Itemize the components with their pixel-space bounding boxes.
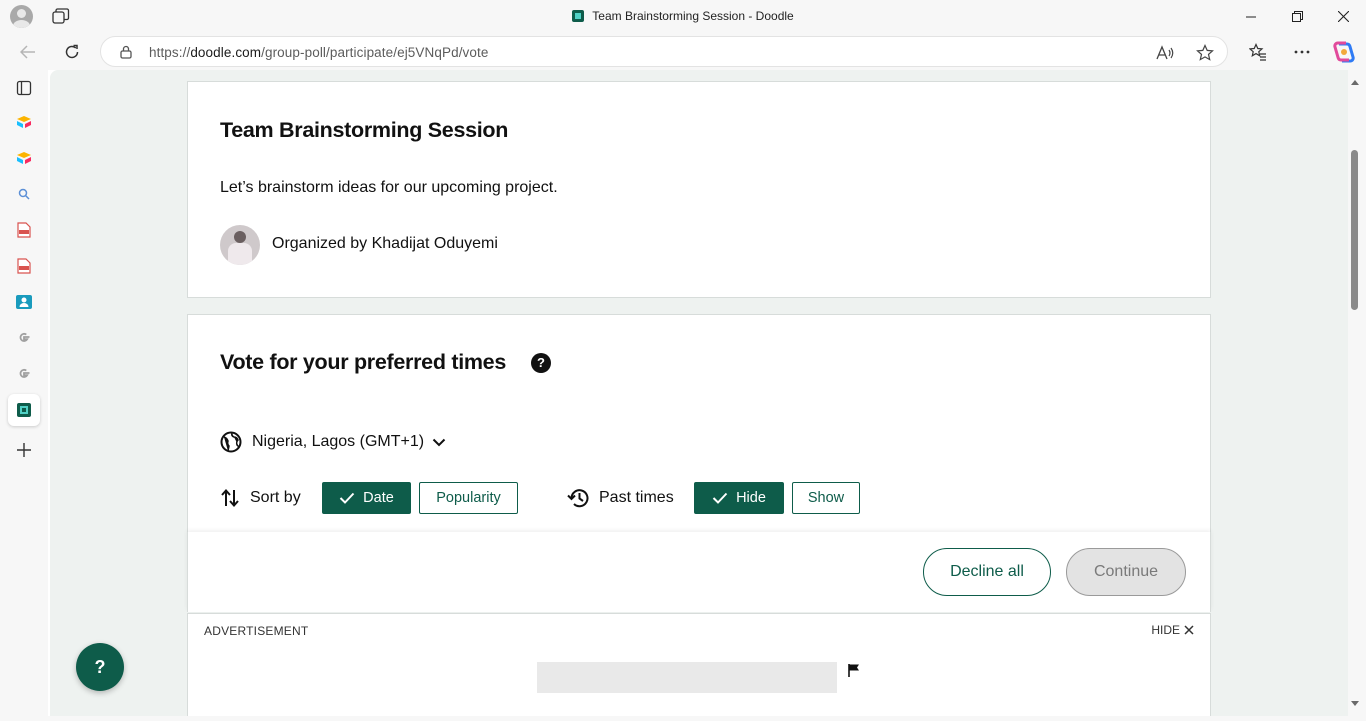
url-host: doodle.com bbox=[190, 45, 262, 60]
scroll-down-icon[interactable] bbox=[1350, 700, 1360, 708]
advertisement-label: ADVERTISEMENT bbox=[204, 624, 309, 638]
window-title: Team Brainstorming Session - Doodle bbox=[0, 9, 1366, 23]
sort-arrows-icon bbox=[221, 488, 239, 508]
airtable-icon[interactable] bbox=[8, 106, 40, 138]
sort-date-label: Date bbox=[363, 490, 394, 506]
url-path: /group-poll/participate/ej5VNqPd/vote bbox=[261, 45, 489, 60]
window-bottom-edge bbox=[0, 716, 1366, 721]
favorite-star-icon[interactable] bbox=[1195, 43, 1215, 63]
navigation-bar: https://doodle.com/group-poll/participat… bbox=[0, 33, 1366, 70]
sort-popularity-label: Popularity bbox=[436, 490, 501, 506]
doodle-icon[interactable] bbox=[8, 394, 40, 426]
page-scrollbar[interactable] bbox=[1348, 70, 1366, 716]
contact-card-icon[interactable] bbox=[8, 286, 40, 318]
title-bar: Team Brainstorming Session - Doodle bbox=[0, 0, 1366, 33]
pdf-icon[interactable] bbox=[8, 250, 40, 282]
copilot-button[interactable] bbox=[1329, 37, 1359, 67]
url-text[interactable]: https://doodle.com/group-poll/participat… bbox=[149, 45, 488, 60]
organizer-avatar bbox=[220, 225, 260, 265]
hide-ad-button[interactable]: HIDE bbox=[1151, 623, 1194, 637]
google-icon[interactable] bbox=[8, 358, 40, 390]
lock-icon[interactable] bbox=[119, 45, 133, 59]
browser-sidebar bbox=[0, 70, 48, 721]
past-hide-label: Hide bbox=[736, 490, 766, 506]
past-hide-button[interactable]: Hide bbox=[694, 482, 784, 514]
url-scheme: https:// bbox=[149, 45, 191, 60]
decline-all-button[interactable]: Decline all bbox=[923, 548, 1051, 596]
airtable-icon[interactable] bbox=[8, 142, 40, 174]
advertisement-panel: ADVERTISEMENT HIDE bbox=[187, 613, 1211, 716]
globe-icon bbox=[220, 431, 242, 453]
poll-info-card: Team Brainstorming Session Let’s brainst… bbox=[187, 81, 1211, 298]
close-icon bbox=[1184, 625, 1194, 635]
close-window-button[interactable] bbox=[1320, 0, 1366, 33]
poll-title: Team Brainstorming Session bbox=[220, 118, 509, 142]
add-icon[interactable] bbox=[8, 434, 40, 466]
favorites-button[interactable] bbox=[1243, 37, 1273, 67]
read-aloud-icon[interactable] bbox=[1155, 43, 1175, 63]
check-icon bbox=[339, 492, 355, 504]
check-icon bbox=[712, 492, 728, 504]
chevron-down-icon bbox=[432, 438, 446, 446]
google-icon[interactable] bbox=[8, 322, 40, 354]
restore-button[interactable] bbox=[1274, 0, 1320, 33]
minimize-button[interactable] bbox=[1228, 0, 1274, 33]
organizer-name: Organized by Khadijat Oduyemi bbox=[272, 235, 498, 252]
tab-actions-icon[interactable] bbox=[8, 72, 40, 104]
back-button[interactable] bbox=[13, 37, 43, 67]
past-times-group: Past times bbox=[567, 482, 674, 514]
pdf-icon[interactable] bbox=[8, 214, 40, 246]
past-times-label: Past times bbox=[599, 489, 674, 506]
scroll-thumb[interactable] bbox=[1351, 150, 1358, 310]
help-chat-button[interactable]: ? bbox=[76, 643, 124, 691]
past-show-button[interactable]: Show bbox=[792, 482, 860, 514]
address-bar[interactable]: https://doodle.com/group-poll/participat… bbox=[100, 36, 1228, 67]
scroll-up-icon[interactable] bbox=[1350, 78, 1360, 86]
window-title-text: Team Brainstorming Session - Doodle bbox=[592, 9, 794, 23]
page-viewport: Team Brainstorming Session Let’s brainst… bbox=[50, 70, 1348, 716]
poll-description: Let’s brainstorm ideas for our upcoming … bbox=[220, 179, 558, 196]
search-icon[interactable] bbox=[8, 178, 40, 210]
timezone-label: Nigeria, Lagos (GMT+1) bbox=[252, 433, 425, 450]
vote-heading: Vote for your preferred times bbox=[220, 350, 507, 374]
history-icon bbox=[567, 489, 589, 508]
flag-icon[interactable] bbox=[847, 663, 861, 677]
vote-actions-bar: Decline all Continue bbox=[187, 532, 1211, 612]
sort-by-label: Sort by bbox=[250, 489, 301, 506]
doodle-favicon-icon bbox=[572, 10, 585, 22]
hide-ad-label: HIDE bbox=[1151, 623, 1180, 637]
vote-card: Vote for your preferred times ? Nigeria,… bbox=[187, 314, 1211, 532]
sort-date-button[interactable]: Date bbox=[322, 482, 411, 514]
sort-popularity-button[interactable]: Popularity bbox=[419, 482, 518, 514]
refresh-button[interactable] bbox=[57, 37, 87, 67]
ad-placeholder[interactable] bbox=[537, 662, 837, 693]
continue-button[interactable]: Continue bbox=[1066, 548, 1186, 596]
timezone-selector[interactable]: Nigeria, Lagos (GMT+1) bbox=[220, 430, 446, 454]
sort-by-group: Sort by bbox=[220, 482, 301, 514]
more-menu-button[interactable] bbox=[1287, 37, 1317, 67]
help-icon[interactable]: ? bbox=[531, 353, 551, 373]
past-show-label: Show bbox=[807, 490, 845, 506]
